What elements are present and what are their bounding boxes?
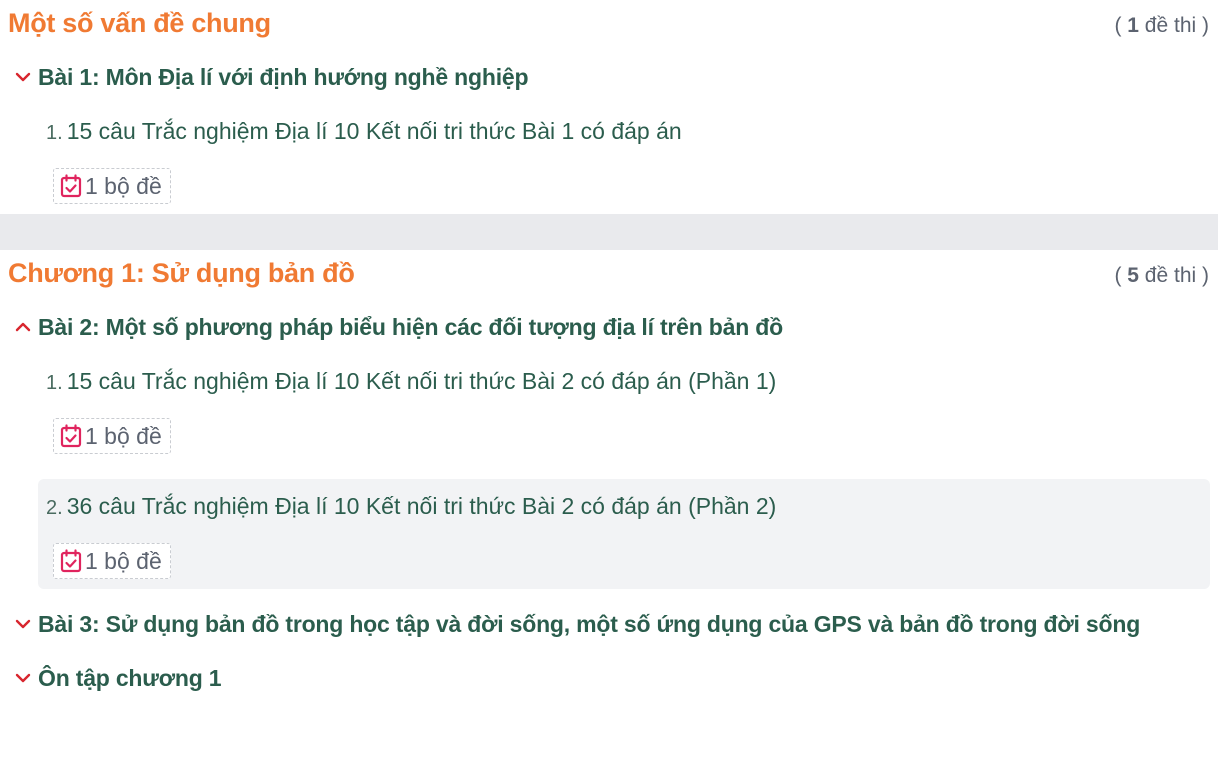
section-exam-count: ( 5 đề thi ) (1114, 264, 1209, 287)
section-title[interactable]: Chương 1: Sử dụng bản đồ (8, 258, 355, 289)
badge-label: 1 bộ đề (85, 422, 162, 449)
exam-title-link[interactable]: 15 câu Trắc nghiệm Địa lí 10 Kết nối tri… (67, 118, 682, 144)
badge-label: 1 bộ đề (85, 547, 162, 574)
section-chuong-1: Chương 1: Sử dụng bản đồ ( 5 đề thi ) Bà… (0, 250, 1218, 705)
exam-count-number: 5 (1127, 264, 1139, 287)
lesson-toggle-bai-2[interactable]: Bài 2: Một số phương pháp biểu hiện các … (0, 300, 1218, 354)
calendar-check-icon (60, 174, 82, 198)
exam-set-badge[interactable]: 1 bộ đề (53, 543, 171, 579)
item-number: 1. (46, 372, 63, 394)
lesson-toggle-on-tap-chuong-1[interactable]: Ôn tập chương 1 (0, 651, 1218, 705)
item-number: 2. (46, 497, 63, 519)
badge-label: 1 bộ đề (85, 172, 162, 199)
section-exam-count: ( 1 đề thi ) (1114, 14, 1209, 37)
exam-count-number: 1 (1127, 14, 1139, 37)
lesson-toggle-bai-3[interactable]: Bài 3: Sử dụng bản đồ trong học tập và đ… (0, 597, 1218, 651)
exam-set-badge[interactable]: 1 bộ đề (53, 168, 171, 204)
chevron-up-icon (15, 322, 31, 332)
list-item: 1. 15 câu Trắc nghiệm Địa lí 10 Kết nối t… (38, 354, 1210, 464)
section-divider (0, 214, 1218, 250)
exam-title-link[interactable]: 36 câu Trắc nghiệm Địa lí 10 Kết nối tri… (67, 493, 777, 519)
list-item: 2. 36 câu Trắc nghiệm Địa lí 10 Kết nối t… (38, 479, 1210, 589)
exam-title-link[interactable]: 15 câu Trắc nghiệm Địa lí 10 Kết nối tri… (67, 368, 777, 394)
section-header: Một số vấn đề chung ( 1 đề thi ) (0, 0, 1218, 50)
chevron-down-icon (15, 72, 31, 82)
section-mot-so-van-de-chung: Một số vấn đề chung ( 1 đề thi ) Bài 1: … (0, 0, 1218, 214)
chevron-down-icon (15, 673, 31, 683)
section-title[interactable]: Một số vấn đề chung (8, 8, 271, 39)
chevron-down-icon (15, 619, 31, 629)
section-header: Chương 1: Sử dụng bản đồ ( 5 đề thi ) (0, 250, 1218, 300)
lesson-title: Bài 1: Môn Địa lí với định hướng nghề ng… (38, 63, 529, 90)
exam-set-badge[interactable]: 1 bộ đề (53, 418, 171, 454)
calendar-check-icon (60, 549, 82, 573)
calendar-check-icon (60, 424, 82, 448)
lesson-title: Ôn tập chương 1 (38, 664, 222, 691)
lesson-toggle-bai-1[interactable]: Bài 1: Môn Địa lí với định hướng nghề ng… (0, 50, 1218, 104)
item-number: 1. (46, 122, 63, 144)
list-item: 1. 15 câu Trắc nghiệm Địa lí 10 Kết nối t… (38, 104, 1210, 214)
lesson-title: Bài 2: Một số phương pháp biểu hiện các … (38, 313, 783, 340)
lesson-title: Bài 3: Sử dụng bản đồ trong học tập và đ… (38, 610, 1141, 637)
